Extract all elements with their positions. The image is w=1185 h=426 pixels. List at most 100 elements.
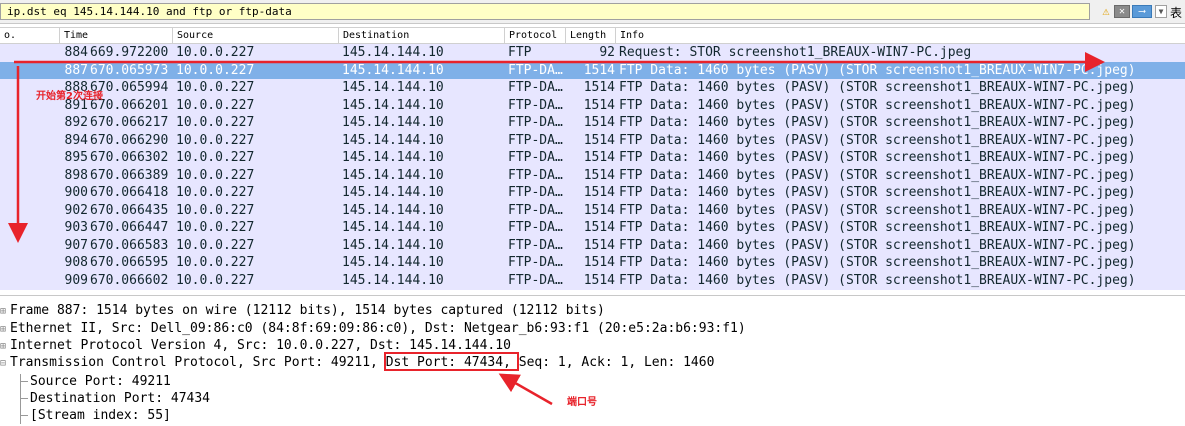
cell-no: 902 [64, 202, 88, 218]
cell-no: 900 [64, 185, 88, 200]
cell-info: FTP Data: 1460 bytes (PASV) (STOR screen… [619, 62, 1136, 78]
cell-destination: 145.14.144.10 [342, 255, 444, 270]
cell-info: FTP Data: 1460 bytes (PASV) (STOR screen… [619, 97, 1136, 113]
column-header-source[interactable]: Source [173, 28, 339, 43]
cell-length: 1514 [583, 150, 615, 165]
cell-protocol: FTP-DA… [508, 150, 563, 165]
cell-destination: 145.14.144.10 [342, 237, 444, 253]
cell-source: 10.0.0.227 [176, 97, 255, 113]
cell-time: 670.066447 [90, 220, 169, 235]
cell-destination: 145.14.144.10 [342, 62, 444, 78]
table-row[interactable]: 894 670.066290 10.0.0.227 145.14.144.10 FTP-… [0, 131, 1185, 150]
cell-protocol: FTP-DA… [508, 185, 563, 200]
cell-destination: 145.14.144.10 [342, 45, 444, 60]
cell-time: 670.066602 [90, 272, 169, 288]
cell-no: 907 [64, 237, 88, 253]
cell-time: 670.066290 [90, 132, 169, 148]
tree-item-frame[interactable]: ⊞ Frame 887: 1514 bytes on wire (12112 bi… [0, 301, 605, 320]
display-filter-toolbar: ip.dst eq 145.14.144.10 and ftp or ftp-d… [0, 0, 1185, 24]
cell-info: FTP Data: 1460 bytes (PASV) (STOR screen… [619, 167, 1136, 183]
tree-item-stream-index[interactable]: [Stream index: 55] [30, 406, 171, 425]
table-row[interactable]: 887 670.065973 10.0.0.227 145.14.144.10 FTP-… [0, 61, 1185, 80]
cell-length: 1514 [583, 167, 615, 183]
cell-destination: 145.14.144.10 [342, 97, 444, 113]
cell-info: FTP Data: 1460 bytes (PASV) (STOR screen… [619, 237, 1136, 253]
cell-source: 10.0.0.227 [176, 62, 255, 78]
column-header-length[interactable]: Length [566, 28, 616, 43]
cell-destination: 145.14.144.10 [342, 272, 444, 288]
table-row[interactable]: 895 670.066302 10.0.0.227 145.14.144.10 FTP-… [0, 149, 1185, 167]
cell-no: 909 [64, 272, 88, 288]
cell-source: 10.0.0.227 [176, 167, 255, 183]
cell-time: 670.066418 [90, 185, 169, 200]
annotation-port-label: 端口号 [567, 397, 597, 408]
expression-button[interactable]: 表 [1170, 4, 1182, 21]
table-row[interactable]: 907 670.066583 10.0.0.227 145.14.144.10 FTP-… [0, 236, 1185, 255]
cell-protocol: FTP-DA… [508, 255, 563, 270]
chevron-down-icon[interactable]: ▼ [1155, 5, 1167, 18]
cell-source: 10.0.0.227 [176, 150, 255, 165]
cell-time: 670.065973 [90, 62, 169, 78]
cell-no: 894 [64, 132, 88, 148]
table-row[interactable]: 884 669.972200 10.0.0.227 145.14.144.10 FTP 9… [0, 44, 1185, 62]
cell-length: 92 [599, 45, 615, 60]
dst-port-highlight-box [384, 352, 519, 371]
cell-info: FTP Data: 1460 bytes (PASV) (STOR screen… [619, 150, 1136, 165]
cell-destination: 145.14.144.10 [342, 150, 444, 165]
table-row[interactable]: 891 670.066201 10.0.0.227 145.14.144.10 FTP-… [0, 96, 1185, 115]
cell-time: 669.972200 [90, 45, 169, 60]
cell-destination: 145.14.144.10 [342, 167, 444, 183]
cell-time: 670.066583 [90, 237, 169, 253]
cell-length: 1514 [583, 255, 615, 270]
table-row[interactable]: 888 670.065994 10.0.0.227 145.14.144.10 FTP-… [0, 79, 1185, 97]
cell-no: 892 [64, 115, 88, 130]
apply-filter-icon[interactable]: ⟶ [1132, 5, 1152, 18]
cell-source: 10.0.0.227 [176, 202, 255, 218]
cell-info: FTP Data: 1460 bytes (PASV) (STOR screen… [619, 132, 1136, 148]
collapse-icon[interactable]: ⊟ [0, 354, 10, 373]
column-header-destination[interactable]: Destination [339, 28, 505, 43]
cell-length: 1514 [583, 132, 615, 148]
cell-source: 10.0.0.227 [176, 45, 255, 60]
cell-source: 10.0.0.227 [176, 115, 255, 130]
cell-protocol: FTP-DA… [508, 167, 563, 183]
cell-protocol: FTP-DA… [508, 132, 563, 148]
cell-protocol: FTP-DA… [508, 272, 563, 288]
cell-time: 670.066435 [90, 202, 169, 218]
cell-destination: 145.14.144.10 [342, 220, 444, 235]
table-row[interactable]: 892 670.066217 10.0.0.227 145.14.144.10 FTP-… [0, 114, 1185, 132]
cell-info: FTP Data: 1460 bytes (PASV) (STOR screen… [619, 115, 1136, 130]
table-row[interactable]: 902 670.066435 10.0.0.227 145.14.144.10 FTP-… [0, 201, 1185, 220]
cell-length: 1514 [583, 220, 615, 235]
column-header-time[interactable]: Time [60, 28, 173, 43]
column-header-info[interactable]: Info [616, 28, 1185, 43]
cell-protocol: FTP-DA… [508, 220, 563, 235]
cell-no: 903 [64, 220, 88, 235]
tree-item-tcp[interactable]: ⊟ Transmission Control Protocol, Src Port… [0, 353, 714, 372]
cell-source: 10.0.0.227 [176, 237, 255, 253]
cell-source: 10.0.0.227 [176, 255, 255, 270]
tree-connector [20, 381, 28, 382]
table-row[interactable]: 908 670.066595 10.0.0.227 145.14.144.10 FTP-… [0, 254, 1185, 272]
cell-protocol: FTP-DA… [508, 237, 563, 253]
cell-destination: 145.14.144.10 [342, 132, 444, 148]
cell-source: 10.0.0.227 [176, 185, 255, 200]
cell-protocol: FTP-DA… [508, 62, 563, 78]
table-row[interactable]: 900 670.066418 10.0.0.227 145.14.144.10 FTP-… [0, 184, 1185, 202]
table-row[interactable]: 909 670.066602 10.0.0.227 145.14.144.10 FTP-… [0, 271, 1185, 290]
cell-length: 1514 [583, 185, 615, 200]
cell-no: 898 [64, 167, 88, 183]
cell-no: 908 [64, 255, 88, 270]
display-filter-input[interactable]: ip.dst eq 145.14.144.10 and ftp or ftp-d… [0, 3, 1090, 20]
column-header-no[interactable]: o. [0, 28, 60, 43]
cell-length: 1514 [583, 62, 615, 78]
tree-connector [20, 415, 28, 416]
cell-info: FTP Data: 1460 bytes (PASV) (STOR screen… [619, 255, 1136, 270]
cell-protocol: FTP-DA… [508, 97, 563, 113]
column-header-protocol[interactable]: Protocol [505, 28, 566, 43]
table-row[interactable]: 898 670.066389 10.0.0.227 145.14.144.10 FTP-… [0, 166, 1185, 185]
annotation-second-connection-label: 开始第2次连接 [36, 91, 103, 102]
cell-length: 1514 [583, 97, 615, 113]
table-row[interactable]: 903 670.066447 10.0.0.227 145.14.144.10 FTP-… [0, 219, 1185, 237]
clear-filter-icon[interactable]: ✕ [1114, 5, 1130, 18]
